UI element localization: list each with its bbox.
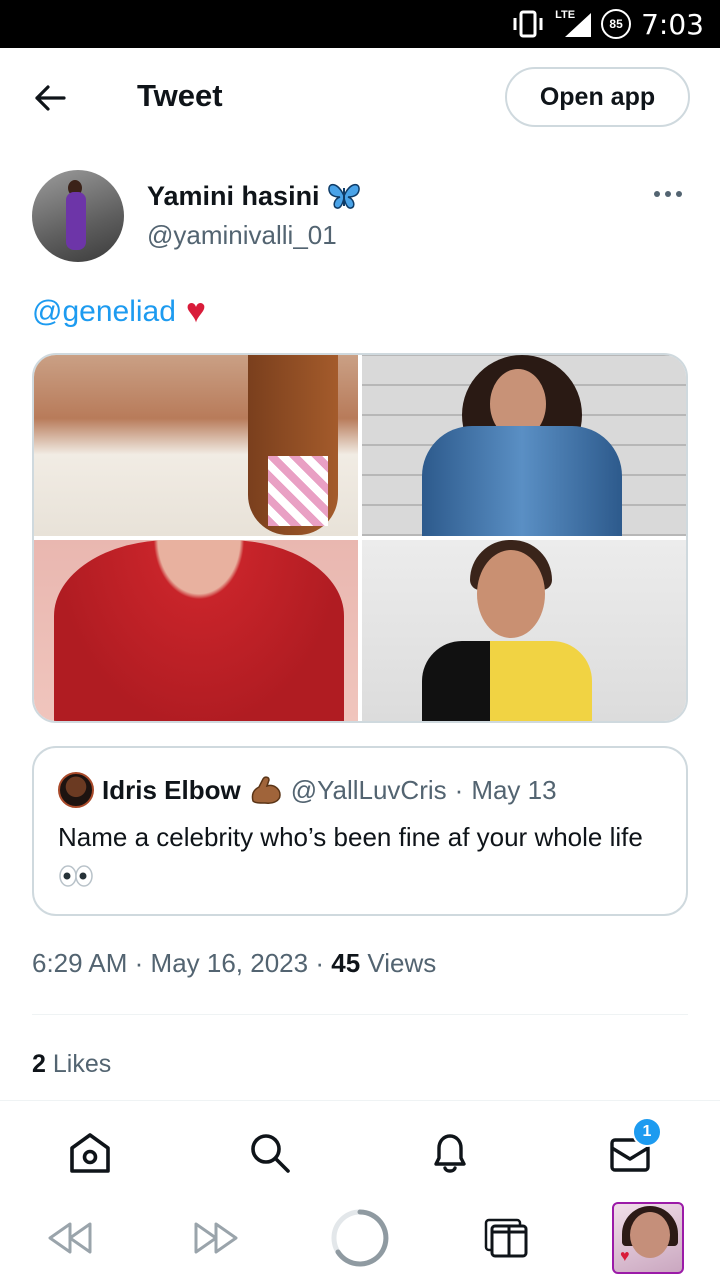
rewind-icon bbox=[48, 1222, 92, 1254]
separator-dot: · bbox=[454, 774, 464, 805]
author-name-row[interactable]: Yamini hasini bbox=[147, 180, 362, 212]
quoted-date: May 13 bbox=[471, 774, 557, 805]
bell-icon bbox=[434, 1134, 466, 1173]
quoted-author-handle: @YallLuvCris bbox=[290, 774, 447, 805]
media-photo[interactable] bbox=[34, 355, 358, 536]
home-icon bbox=[70, 1133, 110, 1173]
quoted-author-avatar bbox=[58, 772, 94, 808]
clock: 7:03 bbox=[641, 7, 704, 41]
separator-dot: · bbox=[315, 948, 325, 978]
more-button[interactable] bbox=[650, 184, 686, 204]
tabs-button[interactable] bbox=[478, 1210, 534, 1266]
mention-link[interactable]: @geneliad bbox=[32, 295, 176, 329]
quoted-tweet-text: Name a celebrity who’s been fine af your… bbox=[58, 818, 668, 894]
status-bar: LTE 85 7:03 bbox=[0, 0, 720, 48]
likes-label: Likes bbox=[52, 1050, 112, 1078]
vibrate-icon bbox=[513, 10, 543, 38]
media-grid bbox=[32, 353, 688, 723]
quoted-author-name: Idris Elbow bbox=[102, 774, 241, 805]
heart-emoji: ♥ bbox=[185, 292, 207, 330]
divider bbox=[32, 1014, 688, 1015]
current-tab-thumbnail[interactable]: ♥ bbox=[612, 1202, 684, 1274]
search-icon bbox=[251, 1134, 290, 1173]
fast-forward-icon bbox=[194, 1222, 238, 1254]
nav-notifications[interactable] bbox=[426, 1129, 474, 1177]
tweet-date: May 16, 2023 bbox=[150, 948, 309, 978]
tweet-text: @geneliad ♥ bbox=[32, 292, 206, 331]
author-name: Yamini hasini bbox=[147, 180, 320, 211]
likes-link[interactable]: 2 Likes bbox=[32, 1050, 111, 1079]
tweet-time: 6:29 AM bbox=[32, 948, 128, 978]
author-handle[interactable]: @yaminivalli_01 bbox=[147, 220, 337, 251]
heart-sticker: ♥ bbox=[620, 1248, 630, 1265]
quoted-tweet-header: Idris Elbow @YallLuvCris · May 13 bbox=[58, 772, 557, 808]
nav-search[interactable] bbox=[246, 1129, 294, 1177]
butterfly-emoji bbox=[327, 183, 360, 209]
tweet-author: Yamini hasini @yaminivalli_01 bbox=[32, 170, 688, 262]
views-label: Views bbox=[367, 948, 437, 978]
bottom-nav bbox=[0, 1100, 720, 1196]
loading-ring-icon bbox=[331, 1209, 389, 1267]
media-photo[interactable] bbox=[362, 355, 686, 536]
back-button[interactable] bbox=[30, 78, 70, 118]
open-app-button[interactable]: Open app bbox=[505, 67, 690, 127]
tweet-meta: 6:29 AM · May 16, 2023 · 45 Views bbox=[32, 948, 436, 979]
signal-indicator: LTE bbox=[555, 9, 592, 39]
nav-home[interactable] bbox=[66, 1129, 114, 1177]
quoted-tweet[interactable]: Idris Elbow @YallLuvCris · May 13 Name a… bbox=[32, 746, 688, 916]
rewind-button[interactable] bbox=[42, 1210, 98, 1266]
top-bar: Tweet Open app bbox=[0, 48, 720, 146]
messages-badge: 1 bbox=[632, 1117, 662, 1147]
quoted-text: Name a celebrity who’s been fine af your… bbox=[58, 822, 643, 852]
page-title: Tweet bbox=[137, 78, 223, 113]
loading-button[interactable] bbox=[330, 1208, 390, 1268]
eyes-emoji bbox=[59, 865, 93, 887]
media-photo[interactable] bbox=[362, 540, 686, 721]
flexed-biceps-emoji bbox=[251, 776, 281, 804]
views-count: 45 bbox=[331, 948, 361, 978]
media-photo[interactable] bbox=[34, 540, 358, 721]
likes-count: 2 bbox=[32, 1050, 46, 1078]
back-arrow-icon bbox=[35, 85, 66, 111]
more-icon bbox=[654, 191, 660, 197]
battery-indicator: 85 bbox=[601, 9, 632, 39]
author-avatar[interactable] bbox=[32, 170, 124, 262]
separator-dot: · bbox=[134, 948, 144, 978]
fast-forward-button[interactable] bbox=[188, 1210, 244, 1266]
tabs-icon bbox=[484, 1218, 528, 1258]
